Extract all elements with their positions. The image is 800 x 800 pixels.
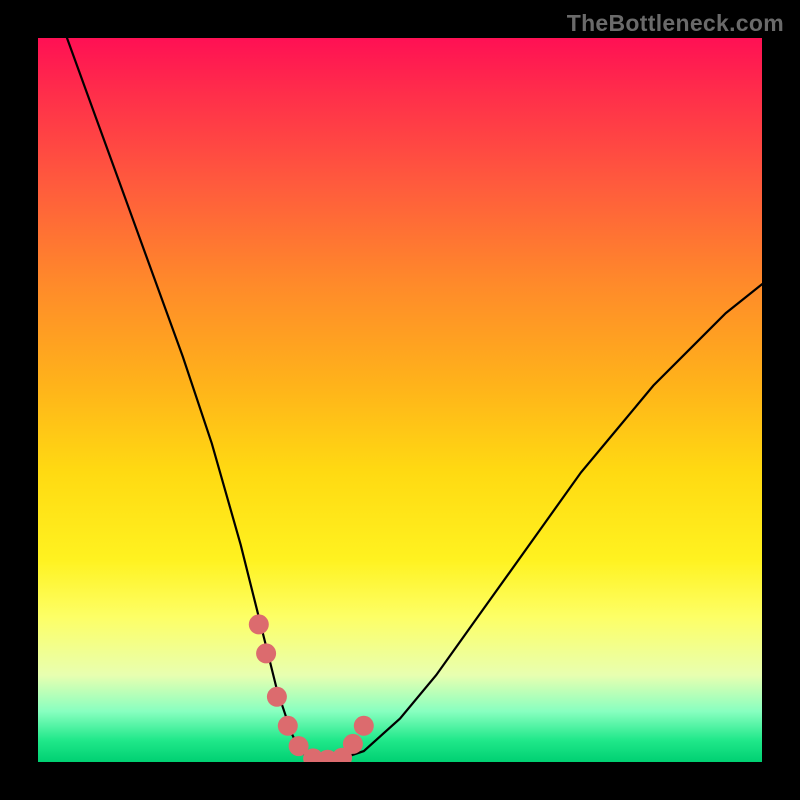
highlight-dot [256,643,276,663]
chart-frame: TheBottleneck.com [0,0,800,800]
curve-layer [38,38,762,762]
watermark-text: TheBottleneck.com [567,10,784,37]
highlight-dot [354,716,374,736]
optimal-zone-markers [249,614,374,762]
highlight-dot [278,716,298,736]
highlight-dot [267,687,287,707]
plot-area [38,38,762,762]
highlight-dot [249,614,269,634]
highlight-dot [343,734,363,754]
bottleneck-curve [67,38,762,760]
